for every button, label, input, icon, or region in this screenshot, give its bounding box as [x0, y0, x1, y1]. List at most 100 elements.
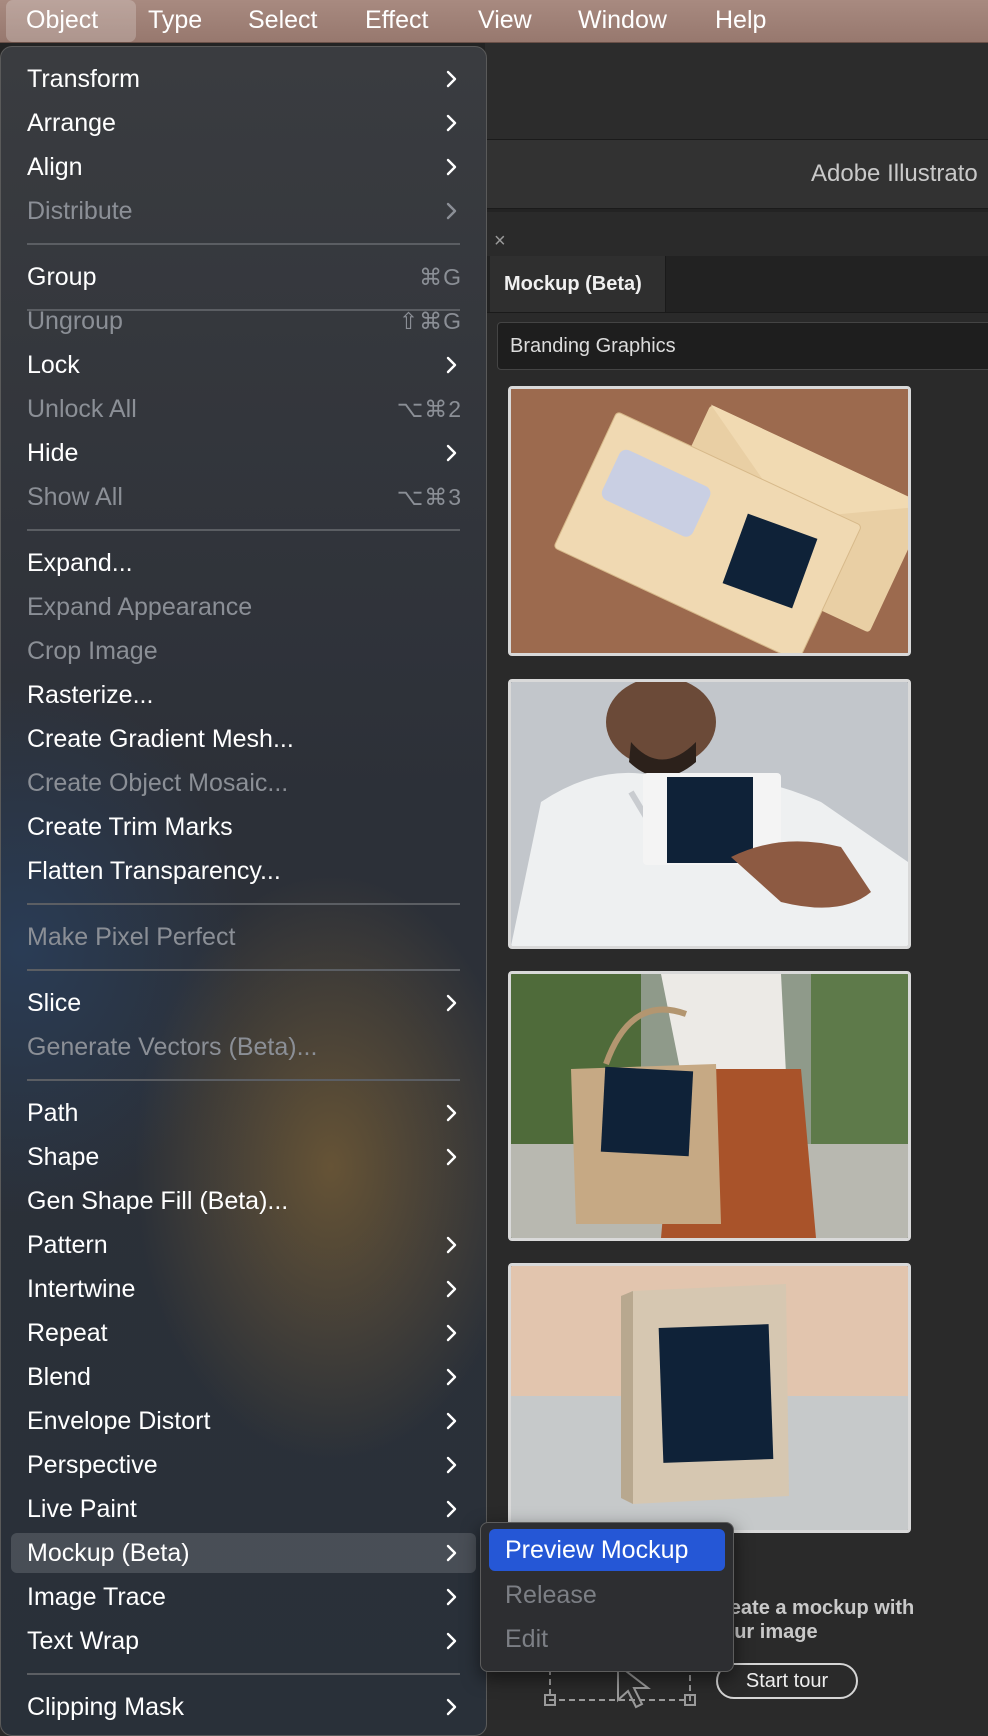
menu-item-show-all[interactable]: Show All ⌥⌘3: [11, 477, 476, 517]
menu-item-create-object-mosaic[interactable]: Create Object Mosaic...: [11, 763, 476, 803]
panel-close-icon[interactable]: ×: [494, 230, 506, 253]
menu-item-pattern[interactable]: Pattern: [11, 1225, 476, 1265]
menu-item-transform[interactable]: Transform: [11, 59, 476, 99]
menu-item-label: Mockup (Beta): [27, 1539, 190, 1567]
menu-item-label: Perspective: [27, 1451, 158, 1479]
menu-item-envelope-distort[interactable]: Envelope Distort: [11, 1401, 476, 1441]
menu-item-shortcut: ⌘G: [419, 264, 462, 290]
menubar-type[interactable]: Type: [148, 0, 202, 42]
menu-item-distribute[interactable]: Distribute: [11, 191, 476, 231]
menu-item-preview-mockup[interactable]: Preview Mockup: [489, 1529, 725, 1571]
menu-item-label: Rasterize...: [27, 681, 154, 709]
chevron-right-icon: [446, 114, 457, 132]
thumbnail-envelope-mockup[interactable]: [508, 386, 911, 656]
chevron-right-icon: [446, 1544, 457, 1562]
chevron-right-icon: [446, 1104, 457, 1122]
menu-item-text-wrap[interactable]: Text Wrap: [11, 1621, 476, 1661]
menubar-select[interactable]: Select: [248, 0, 317, 42]
menu-item-group[interactable]: Group ⌘G: [11, 257, 476, 297]
chevron-right-icon: [446, 1500, 457, 1518]
menu-item-ungroup[interactable]: Ungroup ⇧⌘G: [11, 301, 476, 341]
menu-item-label: Live Paint: [27, 1495, 137, 1523]
menu-separator: [27, 969, 460, 971]
menu-item-expand-appearance[interactable]: Expand Appearance: [11, 587, 476, 627]
menu-item-unlock-all[interactable]: Unlock All ⌥⌘2: [11, 389, 476, 429]
chevron-right-icon: [446, 356, 457, 374]
menu-item-label: Path: [27, 1099, 79, 1127]
menu-item-hide[interactable]: Hide: [11, 433, 476, 473]
menu-item-label: Create Object Mosaic...: [27, 769, 289, 797]
menu-item-arrange[interactable]: Arrange: [11, 103, 476, 143]
menu-separator: [27, 529, 460, 531]
mockup-promo-text: reate a mockup with our image: [722, 1596, 982, 1644]
chevron-right-icon: [446, 1588, 457, 1606]
menu-item-create-gradient-mesh[interactable]: Create Gradient Mesh...: [11, 719, 476, 759]
menu-item-label: Shape: [27, 1143, 100, 1171]
thumbnail-business-card-mockup[interactable]: [508, 679, 911, 949]
menu-item-edit[interactable]: Edit: [489, 1618, 725, 1660]
tab-mockup-beta[interactable]: Mockup (Beta): [490, 256, 666, 312]
menubar-help[interactable]: Help: [715, 0, 766, 42]
menu-item-rasterize[interactable]: Rasterize...: [11, 675, 476, 715]
menu-item-blend[interactable]: Blend: [11, 1357, 476, 1397]
thumbnail-book-mockup[interactable]: [508, 1263, 911, 1533]
menu-bar: Object Type Select Effect View Window He…: [0, 0, 988, 43]
menu-item-label: Repeat: [27, 1319, 108, 1347]
menu-item-flatten-transparency[interactable]: Flatten Transparency...: [11, 851, 476, 891]
menubar-effect[interactable]: Effect: [365, 0, 428, 42]
menubar-object[interactable]: Object: [6, 0, 136, 42]
menu-item-label: Arrange: [27, 109, 116, 137]
menu-item-slice[interactable]: Slice: [11, 983, 476, 1023]
menu-separator: [27, 903, 460, 905]
menu-item-shortcut: ⌥⌘2: [396, 396, 462, 422]
menubar-view[interactable]: View: [478, 0, 532, 42]
menu-item-intertwine[interactable]: Intertwine: [11, 1269, 476, 1309]
menu-item-label: Lock: [27, 351, 80, 379]
menu-item-repeat[interactable]: Repeat: [11, 1313, 476, 1353]
menu-item-label: Expand Appearance: [27, 593, 253, 621]
menu-item-label: Crop Image: [27, 637, 158, 665]
menu-item-create-trim-marks[interactable]: Create Trim Marks: [11, 807, 476, 847]
chevron-right-icon: [446, 1632, 457, 1650]
menu-separator: [27, 1079, 460, 1081]
menu-item-label: Unlock All: [27, 395, 137, 423]
chevron-right-icon: [446, 1368, 457, 1386]
menu-item-align[interactable]: Align: [11, 147, 476, 187]
chevron-right-icon: [446, 202, 457, 220]
menubar-window[interactable]: Window: [578, 0, 667, 42]
start-tour-button[interactable]: Start tour: [716, 1663, 858, 1699]
menu-item-label: Image Trace: [27, 1583, 166, 1611]
menu-item-expand[interactable]: Expand...: [11, 543, 476, 583]
menu-item-crop-image[interactable]: Crop Image: [11, 631, 476, 671]
menu-item-gen-shape-fill-beta[interactable]: Gen Shape Fill (Beta)...: [11, 1181, 476, 1221]
mockup-category-select[interactable]: Branding Graphics: [497, 322, 988, 370]
thumbnail-tote-bag-mockup[interactable]: [508, 971, 911, 1241]
menu-item-live-paint[interactable]: Live Paint: [11, 1489, 476, 1529]
menu-separator: [27, 243, 460, 245]
chevron-right-icon: [446, 1412, 457, 1430]
menu-item-label: Align: [27, 153, 83, 181]
menu-item-label: Make Pixel Perfect: [27, 923, 236, 951]
chevron-right-icon: [446, 1698, 457, 1716]
chevron-right-icon: [446, 1236, 457, 1254]
menu-item-lock[interactable]: Lock: [11, 345, 476, 385]
menu-item-label: Hide: [27, 439, 79, 467]
menu-item-label: Gen Shape Fill (Beta)...: [27, 1187, 289, 1215]
menu-item-release[interactable]: Release: [489, 1574, 725, 1616]
menu-item-image-trace[interactable]: Image Trace: [11, 1577, 476, 1617]
menu-item-generate-vectors-beta[interactable]: Generate Vectors (Beta)...: [11, 1027, 476, 1067]
menu-item-mockup-beta[interactable]: Mockup (Beta): [11, 1533, 476, 1573]
menu-item-clipping-mask[interactable]: Clipping Mask: [11, 1687, 476, 1727]
menu-item-label: Pattern: [27, 1231, 108, 1259]
menu-item-label: Flatten Transparency...: [27, 857, 281, 885]
menu-item-label: Show All: [27, 483, 123, 511]
menu-item-perspective[interactable]: Perspective: [11, 1445, 476, 1485]
menu-item-label: Slice: [27, 989, 82, 1017]
chevron-right-icon: [446, 158, 457, 176]
chevron-right-icon: [446, 1324, 457, 1342]
menu-item-path[interactable]: Path: [11, 1093, 476, 1133]
menu-item-label: Create Gradient Mesh...: [27, 725, 294, 753]
menu-item-make-pixel-perfect[interactable]: Make Pixel Perfect: [11, 917, 476, 957]
promo-line-2: our image: [722, 1621, 818, 1643]
menu-item-shape[interactable]: Shape: [11, 1137, 476, 1177]
